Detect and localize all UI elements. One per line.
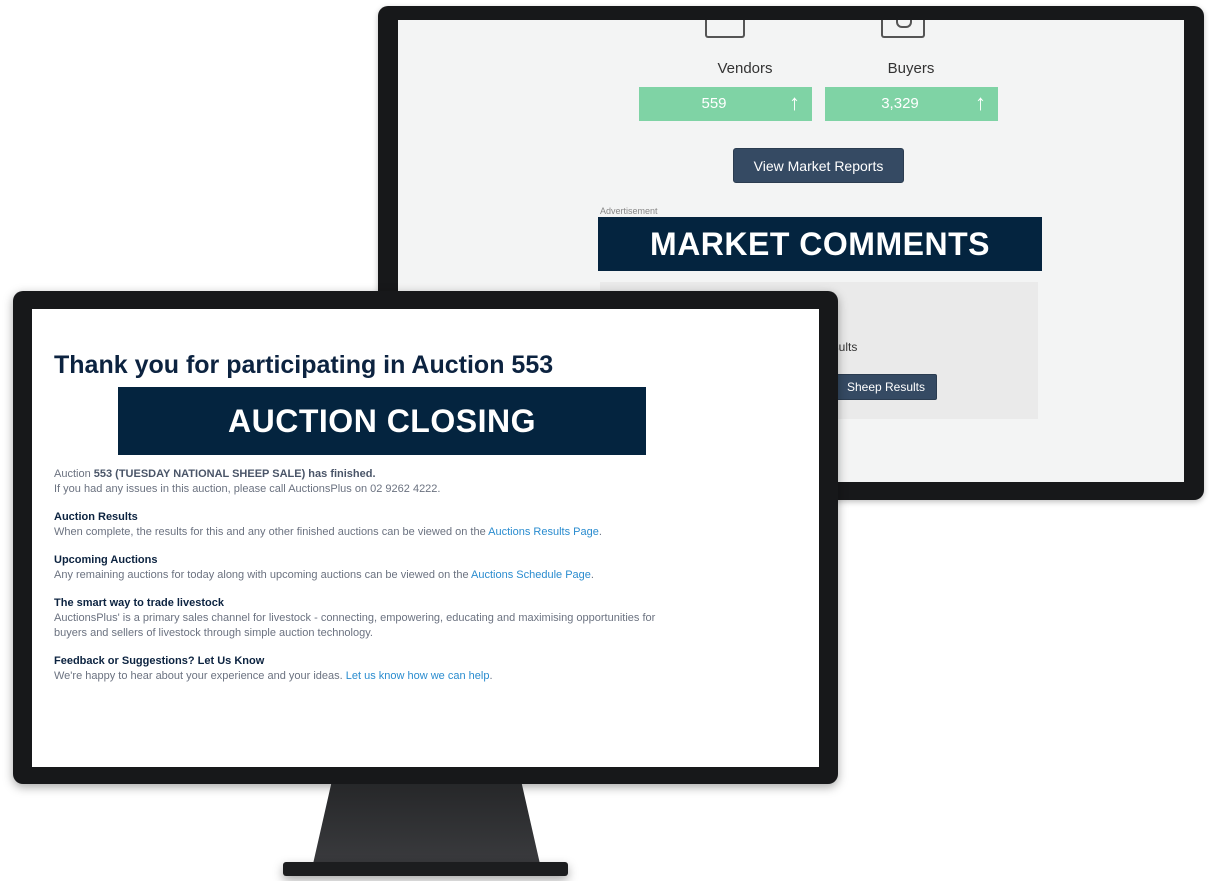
monitor-stand-neck: [313, 784, 540, 864]
vendors-count-box: 559 ↑: [639, 87, 812, 121]
page-title: Thank you for participating in Auction 5…: [54, 351, 554, 379]
smart-section: The smart way to trade livestock Auction…: [54, 596, 704, 641]
buyers-count: 3,329: [881, 95, 919, 112]
market-comments-banner[interactable]: MARKET COMMENTS: [598, 217, 1042, 271]
feedback-section: Feedback or Suggestions? Let Us Know We'…: [54, 654, 704, 684]
upcoming-text: Any remaining auctions for today along w…: [54, 569, 472, 581]
intro-line: Auction 553 (TUESDAY NATIONAL SHEEP SALE…: [54, 467, 704, 482]
monitor-stand-base: [283, 862, 568, 876]
upcoming-line: Any remaining auctions for today along w…: [54, 568, 704, 583]
feedback-suffix: .: [489, 670, 493, 682]
up-arrow-icon: ↑: [789, 90, 800, 115]
feedback-heading: Feedback or Suggestions? Let Us Know: [54, 655, 265, 667]
upcoming-suffix: .: [590, 569, 594, 581]
auction-finished-text: 553 (TUESDAY NATIONAL SHEEP SALE) has fi…: [93, 468, 376, 480]
results-text: When complete, the results for this and …: [54, 526, 489, 538]
results-suffix: .: [598, 526, 602, 538]
up-arrow-icon: ↑: [975, 90, 986, 115]
intro-section: Auction 553 (TUESDAY NATIONAL SHEEP SALE…: [54, 467, 704, 497]
front-screen: Thank you for participating in Auction 5…: [32, 309, 819, 767]
feedback-line: We're happy to hear about your experienc…: [54, 669, 704, 684]
view-market-reports-button[interactable]: View Market Reports: [733, 148, 904, 183]
schedule-page-link[interactable]: Auctions Schedule Page: [471, 569, 591, 581]
front-monitor: Thank you for participating in Auction 5…: [13, 291, 838, 784]
advertisement-label: Advertisement: [600, 206, 658, 216]
vendors-count: 559: [701, 95, 727, 112]
upcoming-section: Upcoming Auctions Any remaining auctions…: [54, 553, 704, 583]
feedback-text: We're happy to hear about your experienc…: [54, 670, 346, 682]
results-line: When complete, the results for this and …: [54, 525, 704, 540]
results-section: Auction Results When complete, the resul…: [54, 510, 704, 540]
buyers-count-box: 3,329 ↑: [825, 87, 998, 121]
vendors-icon: [705, 20, 745, 38]
vendors-label: Vendors: [717, 60, 773, 77]
results-heading: Auction Results: [54, 511, 138, 523]
buyers-label: Buyers: [887, 60, 935, 77]
buyers-icon: [881, 20, 925, 38]
smart-line-2: buyers and sellers of livestock through …: [54, 627, 373, 639]
feedback-link[interactable]: Let us know how we can help: [346, 670, 490, 682]
message-content: Auction 553 (TUESDAY NATIONAL SHEEP SALE…: [54, 467, 704, 684]
smart-line-1: AuctionsPlus' is a primary sales channel…: [54, 612, 656, 624]
results-page-link[interactable]: Auctions Results Page: [488, 526, 599, 538]
sheep-results-button[interactable]: Sheep Results: [835, 374, 937, 400]
intro-prefix: Auction: [54, 468, 94, 480]
upcoming-heading: Upcoming Auctions: [54, 554, 158, 566]
smart-heading: The smart way to trade livestock: [54, 597, 224, 609]
support-line: If you had any issues in this auction, p…: [54, 483, 441, 495]
auction-closing-banner: AUCTION CLOSING: [118, 387, 646, 455]
